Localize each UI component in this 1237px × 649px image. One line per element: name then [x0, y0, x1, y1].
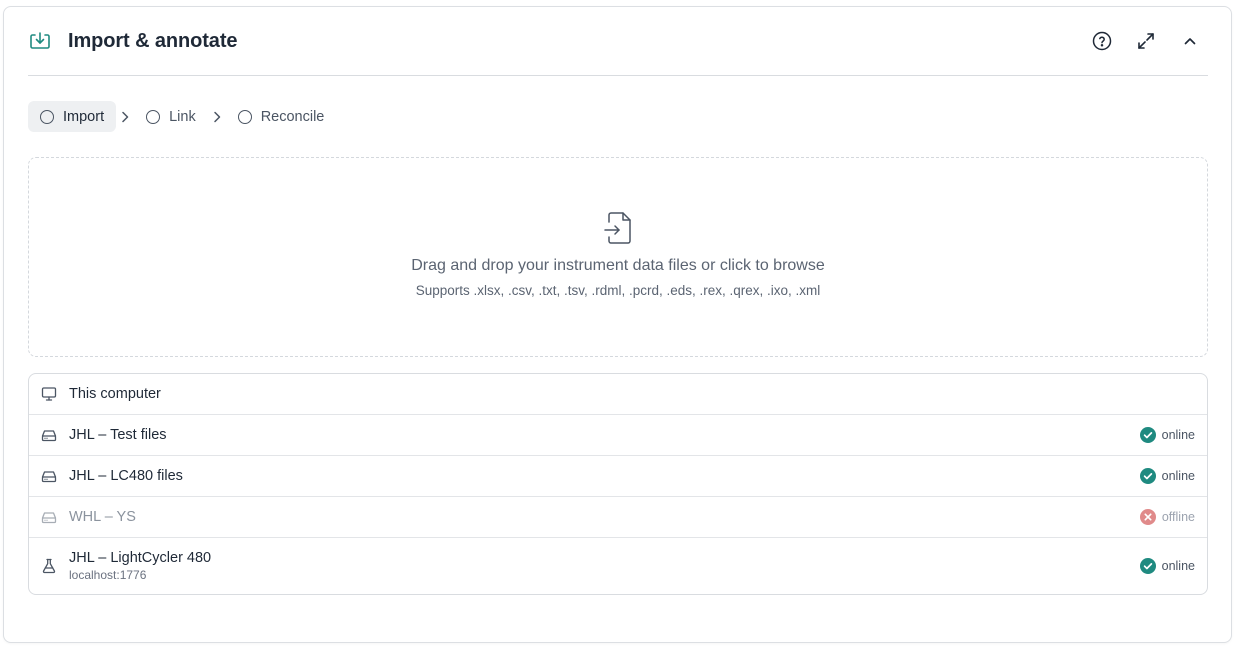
source-name: JHL – LightCycler 480 — [69, 550, 212, 566]
help-circle-icon[interactable] — [1090, 29, 1114, 53]
status-text: online — [1161, 469, 1195, 483]
source-item-this-computer[interactable]: This computer — [29, 374, 1207, 415]
status-text: online — [1161, 428, 1195, 442]
check-circle-icon — [1139, 427, 1156, 443]
expand-icon[interactable] — [1134, 29, 1158, 53]
chevron-right-icon — [209, 111, 225, 123]
step-label: Link — [169, 108, 196, 125]
status-text: offline — [1161, 510, 1195, 524]
source-item-jhl-lightcycler-480[interactable]: JHL – LightCycler 480 localhost:1776 onl… — [29, 538, 1207, 594]
step-reconcile[interactable]: Reconcile — [226, 101, 337, 132]
x-circle-icon — [1139, 509, 1156, 525]
step-circle-icon — [40, 109, 54, 124]
status-text: online — [1161, 559, 1195, 573]
source-item-whl-ys[interactable]: WHL – YS offline — [29, 497, 1207, 538]
step-label: Reconcile — [260, 108, 325, 125]
stepper: Import Link Reconcile — [28, 101, 336, 132]
step-import[interactable]: Import — [28, 101, 117, 132]
step-link[interactable]: Link — [134, 101, 208, 132]
monitor-icon — [41, 386, 57, 402]
source-item-jhl-test-files[interactable]: JHL – Test files online — [29, 415, 1207, 456]
flask-icon — [41, 558, 57, 574]
drive-icon — [41, 427, 57, 443]
source-name: This computer — [69, 386, 161, 402]
source-list: This computer JHL – Test files online JH… — [28, 373, 1208, 595]
step-label: Import — [63, 108, 105, 125]
step-circle-icon — [146, 109, 161, 124]
import-download-icon — [28, 29, 52, 53]
step-circle-icon — [237, 109, 252, 124]
file-import-icon — [603, 211, 633, 245]
source-name: JHL – LC480 files — [69, 468, 183, 484]
dropzone-title: Drag and drop your instrument data files… — [411, 257, 825, 274]
check-circle-icon — [1139, 558, 1156, 574]
import-annotate-panel: Import & annotate Import Link Reconcile … — [3, 6, 1232, 643]
check-circle-icon — [1139, 468, 1156, 484]
panel-title: Import & annotate — [68, 29, 238, 52]
source-name: JHL – Test files — [69, 427, 167, 443]
file-dropzone[interactable]: Drag and drop your instrument data files… — [28, 157, 1208, 357]
status-badge: offline — [1139, 509, 1195, 525]
panel-header: Import & annotate — [28, 7, 1208, 76]
status-badge: online — [1139, 558, 1195, 574]
source-name: WHL – YS — [69, 509, 136, 525]
status-badge: online — [1139, 427, 1195, 443]
status-badge: online — [1139, 468, 1195, 484]
source-address: localhost:1776 — [69, 568, 147, 582]
chevron-up-icon[interactable] — [1178, 29, 1202, 53]
header-actions — [1090, 29, 1202, 53]
drive-icon — [41, 509, 57, 525]
drive-icon — [41, 468, 57, 484]
chevron-right-icon — [117, 111, 133, 123]
dropzone-supported-formats: Supports .xlsx, .csv, .txt, .tsv, .rdml,… — [415, 283, 821, 298]
source-item-jhl-lc480-files[interactable]: JHL – LC480 files online — [29, 456, 1207, 497]
